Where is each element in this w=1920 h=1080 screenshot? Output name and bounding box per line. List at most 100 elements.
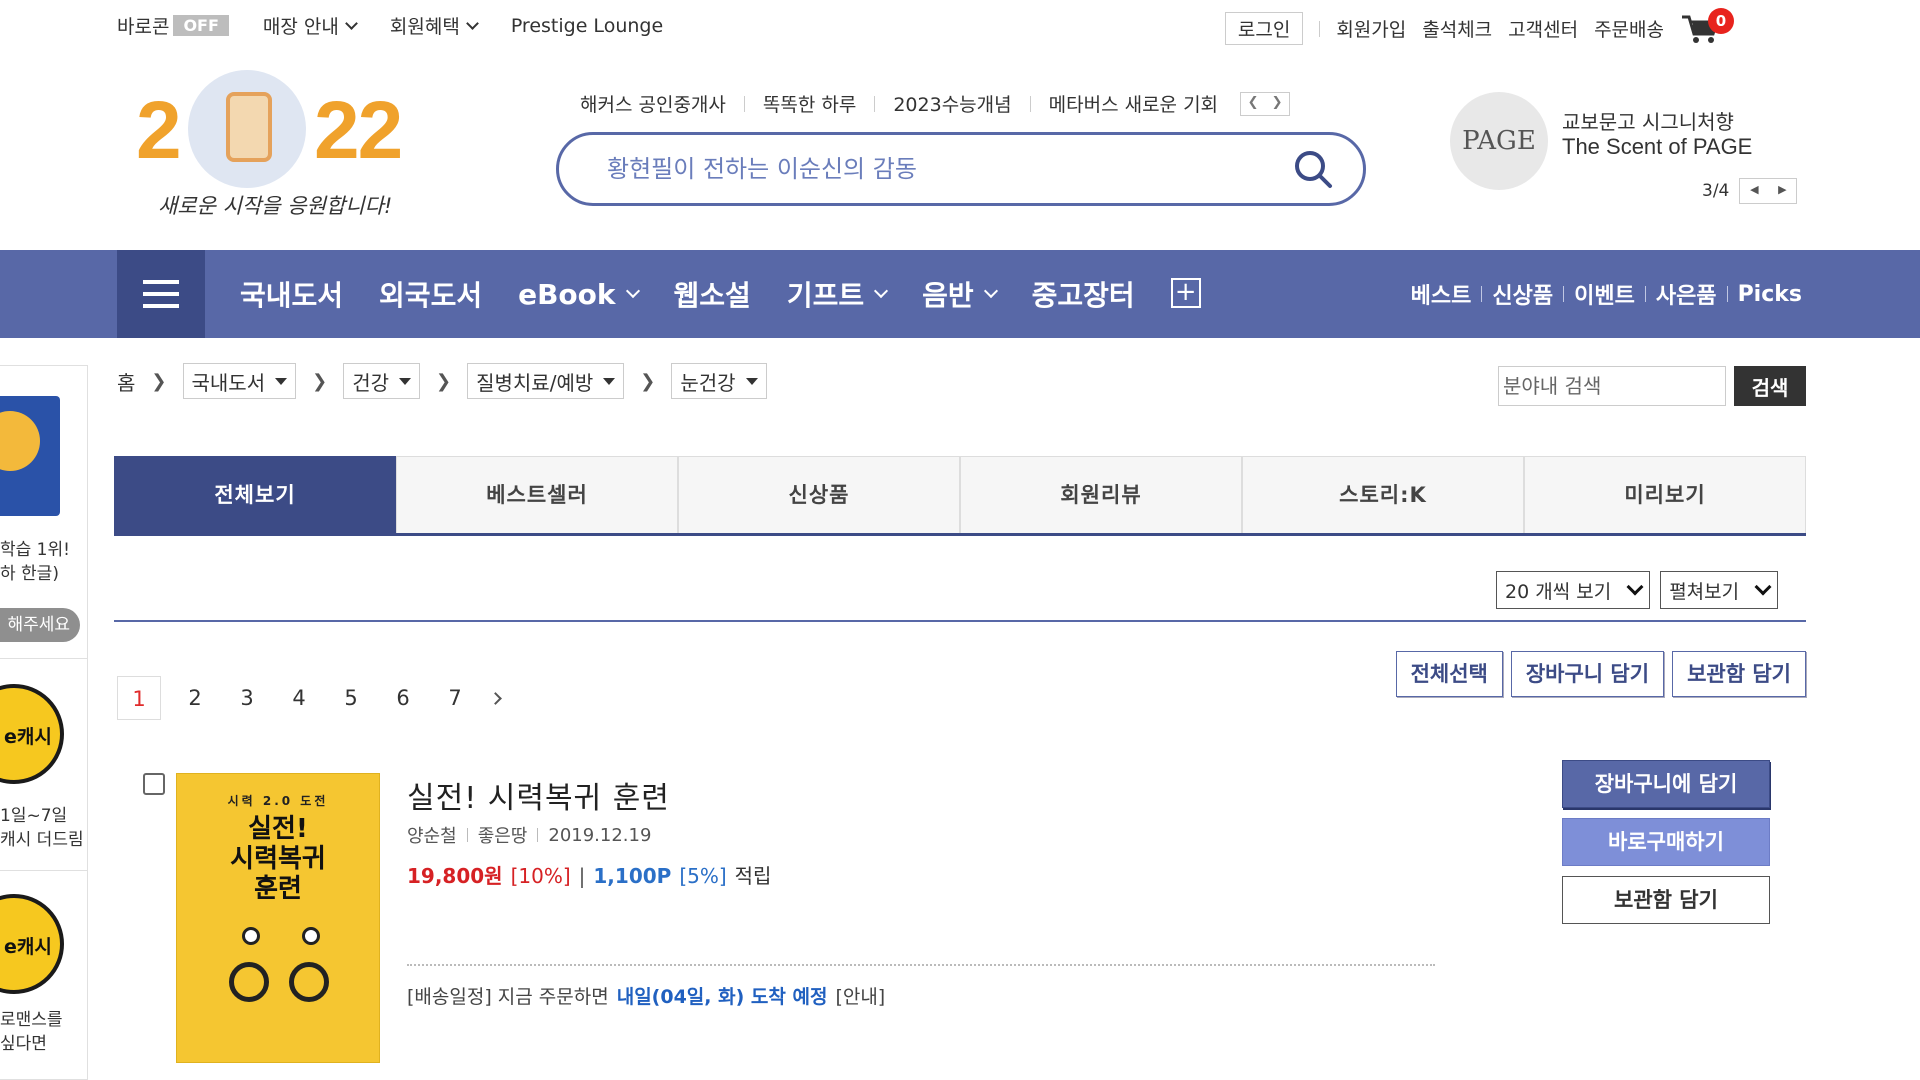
caret-right-icon[interactable]: ▶ [1768,179,1796,203]
product-title[interactable]: 실전! 시력복귀 훈련 [407,773,670,817]
add-to-wishlist-bulk-button[interactable]: 보관함 담기 [1672,651,1806,697]
breadcrumb: 홈 ❯ 국내도서 ❯ 건강 ❯ 질병치료/예방 ❯ 눈건강 [117,363,767,399]
page-link[interactable]: 4 [273,676,325,720]
nav-item-music[interactable]: 음반 [922,274,998,314]
breadcrumb-select[interactable]: 건강 [343,363,421,399]
nav-item-foreign-books[interactable]: 외국도서 [379,274,482,314]
tab-story-k[interactable]: 스토리:K [1242,456,1524,533]
store-info-menu[interactable]: 매장 안내 [263,12,358,39]
side-text: 캐시 더드림 [0,830,84,850]
shipping-guide-link[interactable]: [안내] [835,982,885,1009]
breadcrumb-select[interactable]: 질병치료/예방 [467,363,625,399]
page-link[interactable]: 3 [221,676,273,720]
login-button[interactable]: 로그인 [1224,12,1304,45]
chevron-down-icon [465,16,479,30]
main-nav: 국내도서 외국도서 eBook 웹소설 기프트 음반 중고장터 + 베스트 신상… [0,250,1920,338]
quick-link[interactable]: 똑똑한 하루 [763,90,856,117]
caret-left-icon[interactable]: ◀ [1740,179,1768,203]
side-banner[interactable]: 학습 1위! 하 한글) 해주세요 e캐시 1일~7일 캐시 더드림 e캐시 로… [0,365,88,1080]
nav-item-web-novel[interactable]: 웹소설 [674,274,751,314]
product-author[interactable]: 양순철 [407,822,457,848]
chevron-right-icon[interactable] [489,691,502,705]
tab-new[interactable]: 신상품 [678,456,960,533]
chevron-left-icon[interactable]: ❮ [1241,93,1265,115]
select-all-button[interactable]: 전체선택 [1395,651,1503,697]
product-meta: 양순철 좋은땅 2019.12.19 [407,822,651,848]
order-delivery-link[interactable]: 주문배송 [1594,15,1664,42]
list-tabs: 전체보기 베스트셀러 신상품 회원리뷰 스토리:K 미리보기 [114,456,1806,536]
product-checkbox[interactable] [143,773,165,795]
quick-link[interactable]: 해커스 공인중개사 [580,90,726,117]
promo-logo: PAGE [1450,92,1548,190]
nav-link-picks[interactable]: Picks [1738,282,1802,307]
promo-banner[interactable]: PAGE 교보문고 시그니처향 The Scent of PAGE 3/4 ◀ … [1450,92,1810,204]
barocon-toggle[interactable]: 바로콘 OFF [117,12,229,39]
quick-links-pager: ❮ ❯ [1240,91,1291,116]
nav-right-links: 베스트 신상품 이벤트 사은품 Picks [1411,278,1802,310]
page-link[interactable]: 5 [325,676,377,720]
product-publisher[interactable]: 좋은땅 [478,822,528,848]
nav-item-gift[interactable]: 기프트 [787,274,889,314]
cart-button[interactable]: 0 [1680,7,1734,44]
member-benefit-menu[interactable]: 회원혜택 [389,12,479,39]
add-to-cart-bulk-button[interactable]: 장바구니 담기 [1510,651,1665,697]
member-benefit-label: 회원혜택 [389,16,460,38]
tab-bestseller[interactable]: 베스트셀러 [396,456,678,533]
promo-line1: 교보문고 시그니처향 [1562,110,1734,134]
nav-link-new[interactable]: 신상품 [1492,278,1553,310]
tab-reviews[interactable]: 회원리뷰 [960,456,1242,533]
add-to-wishlist-button[interactable]: 보관함 담기 [1562,876,1770,924]
chevron-down-icon [345,16,358,30]
product-cover-image[interactable]: 시력 2.0 도전 실전! 시력복귀 훈련 [176,773,380,1063]
field-search-button[interactable]: 검색 [1734,366,1806,406]
plus-icon[interactable]: + [1170,278,1201,308]
side-banner-button[interactable]: 해주세요 [0,608,80,642]
nav-item-ebook[interactable]: eBook [518,274,640,314]
side-book-image [0,396,60,516]
breadcrumb-select[interactable]: 눈건강 [671,363,767,399]
barocon-off-badge[interactable]: OFF [173,15,229,36]
nav-link-event[interactable]: 이벤트 [1574,278,1635,310]
page-link-current[interactable]: 1 [117,676,161,720]
utility-left: 바로콘 OFF 매장 안내 회원혜택 Prestige Lounge [117,12,663,39]
chevron-down-icon [1626,578,1644,596]
nav-item-label: 외국도서 [379,279,483,312]
chevron-right-icon[interactable]: ❯ [1265,93,1289,115]
join-link[interactable]: 회원가입 [1336,15,1406,42]
page-link[interactable]: 6 [377,676,429,720]
breadcrumb-home[interactable]: 홈 [117,367,135,396]
nav-link-best[interactable]: 베스트 [1411,278,1472,310]
divider [1029,95,1031,112]
breadcrumb-select-label: 건강 [352,370,390,395]
view-mode-select[interactable]: 펼쳐보기 [1660,571,1779,609]
tab-all[interactable]: 전체보기 [114,456,396,533]
site-logo[interactable]: 2 22 새로운 시작을 응원합니다! [130,62,430,222]
field-search-input[interactable] [1498,366,1726,406]
chevron-down-icon [983,283,998,299]
nav-link-gift-items[interactable]: 사은품 [1656,278,1717,310]
field-search: 검색 [1498,366,1806,406]
cover-series: 시력 2.0 도전 [227,794,329,808]
page-link[interactable]: 7 [429,676,481,720]
nav-item-used-market[interactable]: 중고장터 [1032,274,1135,314]
quick-link[interactable]: 메타버스 새로운 기회 [1049,90,1218,117]
cover-title: 실전! 시력복귀 훈련 [177,814,379,904]
nav-item-label: 중고장터 [1031,279,1135,312]
buy-now-button[interactable]: 바로구매하기 [1562,818,1770,866]
hamburger-menu-icon[interactable] [117,250,205,338]
side-text: 싶다면 [0,1034,47,1054]
quick-link[interactable]: 2023수능개념 [893,90,1011,117]
chevron-right-icon: ❯ [436,370,452,392]
breadcrumb-select[interactable]: 국내도서 [182,363,297,399]
add-to-cart-button[interactable]: 장바구니에 담기 [1562,760,1770,808]
page-link[interactable]: 2 [169,676,221,720]
search-input[interactable] [607,155,1267,183]
customer-center-link[interactable]: 고객센터 [1508,15,1578,42]
search-icon[interactable] [1293,149,1333,189]
chevron-down-icon [874,283,889,299]
nav-item-domestic-books[interactable]: 국내도서 [240,274,343,314]
tab-preview[interactable]: 미리보기 [1524,456,1806,533]
per-page-select[interactable]: 20 개씩 보기 [1496,571,1651,609]
attendance-link[interactable]: 출석체크 [1422,15,1492,42]
prestige-lounge-link[interactable]: Prestige Lounge [511,15,663,37]
